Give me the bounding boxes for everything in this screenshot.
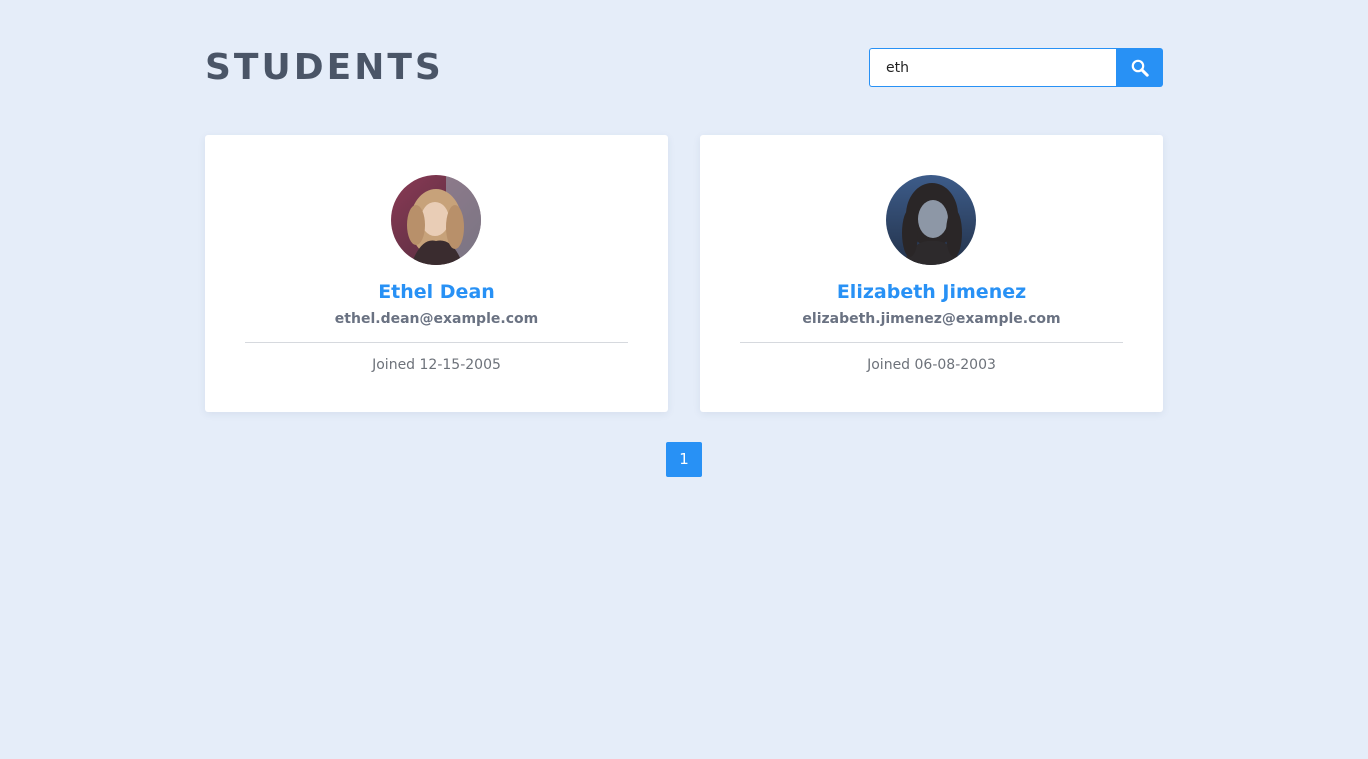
avatar-photo bbox=[391, 175, 481, 265]
joined-date: Joined 06-08-2003 bbox=[867, 357, 996, 373]
student-card: Elizabeth Jimenez elizabeth.jimenez@exam… bbox=[700, 135, 1163, 412]
student-email: ethel.dean@example.com bbox=[334, 311, 539, 327]
avatar bbox=[886, 175, 976, 265]
page-title: STUDENTS bbox=[205, 47, 444, 88]
avatar bbox=[391, 175, 481, 265]
avatar-photo bbox=[886, 175, 976, 265]
joined-date: Joined 12-15-2005 bbox=[372, 357, 501, 373]
student-name: Ethel Dean bbox=[378, 281, 495, 303]
search-form bbox=[869, 48, 1163, 87]
divider bbox=[740, 342, 1123, 343]
search-icon bbox=[1131, 59, 1149, 77]
student-card: Ethel Dean ethel.dean@example.com Joined… bbox=[205, 135, 668, 412]
student-name: Elizabeth Jimenez bbox=[836, 281, 1027, 303]
search-button[interactable] bbox=[1116, 48, 1163, 87]
pagination: 1 bbox=[666, 442, 702, 477]
student-email: elizabeth.jimenez@example.com bbox=[802, 311, 1061, 327]
search-input[interactable] bbox=[869, 48, 1116, 87]
divider bbox=[245, 342, 628, 343]
page-button-1[interactable]: 1 bbox=[666, 442, 702, 477]
